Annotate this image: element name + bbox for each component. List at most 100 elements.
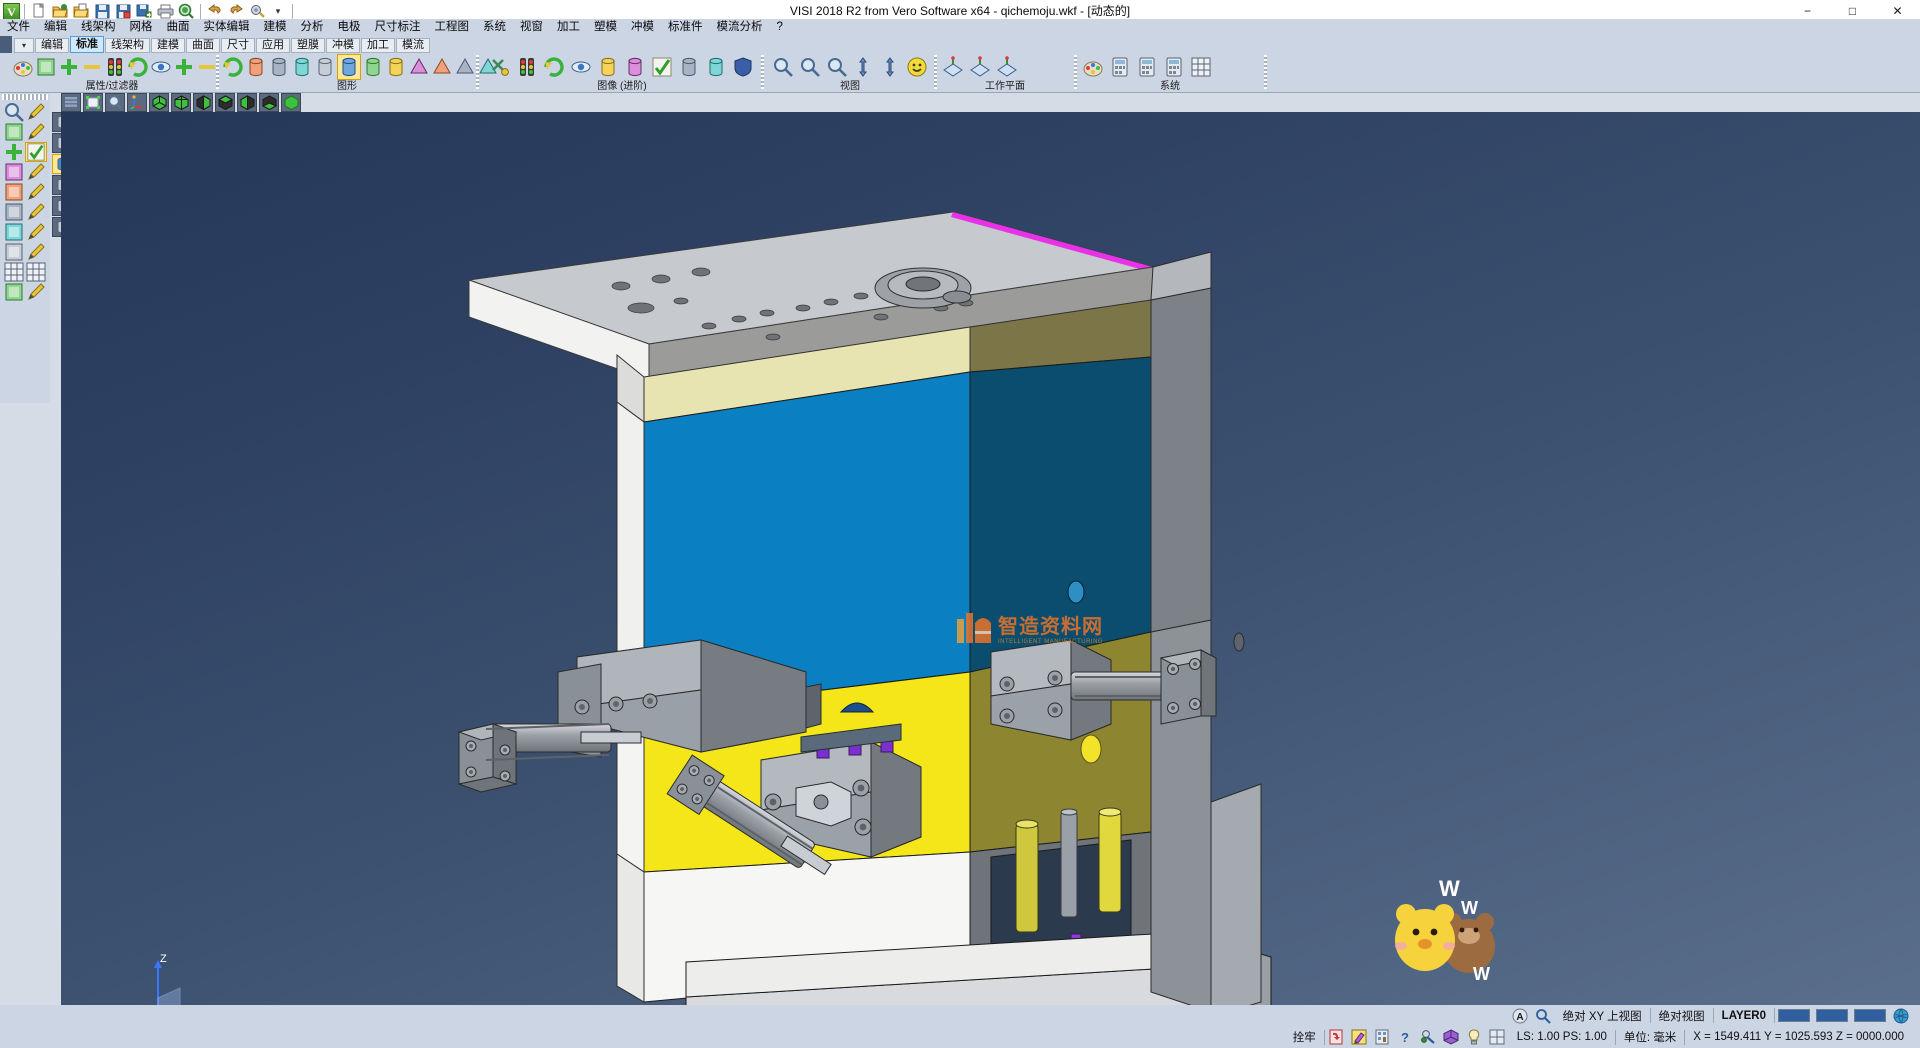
hidden-dashed-icon[interactable] (291, 54, 313, 80)
open-recent-icon[interactable] (71, 1, 91, 21)
bulb-icon[interactable] (1464, 1028, 1485, 1047)
menu-item-2[interactable]: 线架构 (74, 19, 123, 36)
check-green-icon[interactable] (649, 54, 675, 80)
edge-icon[interactable] (454, 54, 476, 80)
redo-icon[interactable] (226, 1, 246, 21)
units-label[interactable]: 单位: 毫米 (1616, 1029, 1684, 1045)
zoom-window-view-icon[interactable] (83, 93, 103, 112)
tabstrip-dropdown-icon[interactable]: ▾ (14, 38, 34, 53)
toggle-visible-icon[interactable] (150, 54, 172, 80)
highlight-icon[interactable] (1349, 1028, 1370, 1047)
tab-10[interactable]: 模流 (396, 38, 430, 53)
color-icon[interactable] (3, 202, 25, 222)
view-back-icon[interactable] (259, 93, 279, 112)
node-edit-icon[interactable] (25, 182, 47, 202)
measure-edit-icon[interactable] (25, 242, 47, 262)
tab-0[interactable]: 编辑 (35, 38, 69, 53)
menu-item-5[interactable]: 实体编辑 (197, 19, 257, 36)
dynamic-cut-icon[interactable] (487, 54, 513, 80)
pan-icon[interactable] (850, 54, 876, 80)
pencil-edit-icon[interactable] (25, 162, 47, 182)
tab-6[interactable]: 应用 (256, 38, 290, 53)
traffic-light2-icon[interactable] (514, 54, 540, 80)
color-edit-icon[interactable] (25, 202, 47, 222)
open-file-icon[interactable] (50, 1, 70, 21)
view-top-icon[interactable] (215, 93, 235, 112)
app-logo-icon[interactable]: V (3, 3, 20, 20)
wp-align-icon[interactable] (967, 54, 993, 80)
menu-item-10[interactable]: 工程图 (428, 19, 477, 36)
left-toolbar-grip[interactable] (2, 94, 48, 100)
view-right-icon[interactable] (193, 93, 213, 112)
menu-item-9[interactable]: 尺寸标注 (368, 19, 428, 36)
3d-viewport[interactable]: 智造资料网 INTELLIGENT MANUFACTURING Z Y X (61, 112, 1920, 1005)
undo-history-icon[interactable] (1326, 1028, 1347, 1047)
layers-icon[interactable] (3, 162, 25, 182)
tab-8[interactable]: 冲模 (326, 38, 360, 53)
settings-icon[interactable] (247, 1, 267, 21)
tab-7[interactable]: 塑膜 (291, 38, 325, 53)
menu-item-6[interactable]: 建模 (257, 19, 294, 36)
check-yellow-icon[interactable] (25, 142, 47, 162)
remove-minus-icon[interactable] (196, 54, 218, 80)
zoom-dynamic-icon[interactable] (105, 93, 125, 112)
menu-item-17[interactable]: 模流分析 (710, 19, 770, 36)
globe-icon[interactable] (1890, 1006, 1911, 1025)
menu-item-13[interactable]: 加工 (550, 19, 587, 36)
absolute-view-label[interactable]: 绝对视图 (1651, 1008, 1713, 1024)
calculator-icon[interactable] (1161, 54, 1187, 80)
refresh-green2-icon[interactable] (541, 54, 567, 80)
save-all-icon[interactable] (134, 1, 154, 21)
tab-5[interactable]: 尺寸 (221, 38, 255, 53)
menu-item-7[interactable]: 分析 (294, 19, 331, 36)
add-visible-icon[interactable] (58, 54, 80, 80)
wp-define-icon[interactable] (940, 54, 966, 80)
zoom-fit-icon[interactable] (824, 54, 850, 80)
tab-1[interactable]: 标准 (70, 36, 104, 53)
grid-snap-icon[interactable] (3, 262, 25, 282)
mesh-cylinder-icon[interactable] (703, 54, 729, 80)
pencil-cross-icon[interactable] (25, 102, 47, 122)
shield-blue-icon[interactable] (730, 54, 756, 80)
view-left-icon[interactable] (237, 93, 257, 112)
node-icon[interactable] (3, 182, 25, 202)
zoom-plusminus-icon[interactable] (3, 142, 25, 162)
rotate-icon[interactable] (877, 54, 903, 80)
layer-view-icon[interactable] (35, 54, 57, 80)
help-icon[interactable]: ? (1395, 1028, 1416, 1047)
shaded-grey-icon[interactable] (385, 54, 407, 80)
grid-snap-edit-icon[interactable] (25, 262, 47, 282)
solid-icon[interactable] (3, 222, 25, 242)
grid-icon[interactable] (1188, 54, 1214, 80)
snap-letter-icon[interactable]: A (1510, 1006, 1531, 1025)
view-front-icon[interactable] (171, 93, 191, 112)
smiley-icon[interactable] (904, 54, 930, 80)
palette-icon[interactable] (12, 54, 34, 80)
misc-edit-icon[interactable] (25, 282, 47, 302)
cylinder-cyan-icon[interactable] (676, 54, 702, 80)
layer-list-icon[interactable] (61, 93, 81, 112)
menu-item-8[interactable]: 电极 (331, 19, 368, 36)
toggle-visible2-icon[interactable] (568, 54, 594, 80)
shaded-transparent-icon[interactable] (362, 54, 384, 80)
cylinder-grey-icon[interactable] (622, 54, 648, 80)
wp-list-icon[interactable] (994, 54, 1020, 80)
search-icon[interactable] (1533, 1006, 1554, 1025)
view-iso-icon[interactable] (149, 93, 169, 112)
menu-item-16[interactable]: 标准件 (661, 19, 710, 36)
menu-item-15[interactable]: 冲模 (624, 19, 661, 36)
tab-4[interactable]: 曲面 (186, 38, 220, 53)
menu-item-14[interactable]: 塑模 (587, 19, 624, 36)
color-swatch-3[interactable] (1854, 1009, 1886, 1022)
zoom-all-icon[interactable] (797, 54, 823, 80)
measure-icon[interactable] (3, 242, 25, 262)
hidden-line-icon[interactable] (268, 54, 290, 80)
zoom-select-icon[interactable] (3, 102, 25, 122)
remove-visible-icon[interactable] (81, 54, 103, 80)
undo-icon[interactable] (205, 1, 225, 21)
menu-item-18[interactable]: ? (770, 19, 790, 36)
colors-icon[interactable] (1080, 54, 1106, 80)
shaded-cyan-icon[interactable] (314, 54, 336, 80)
preview-icon[interactable] (176, 1, 196, 21)
menu-item-0[interactable]: 文件 (0, 19, 37, 36)
